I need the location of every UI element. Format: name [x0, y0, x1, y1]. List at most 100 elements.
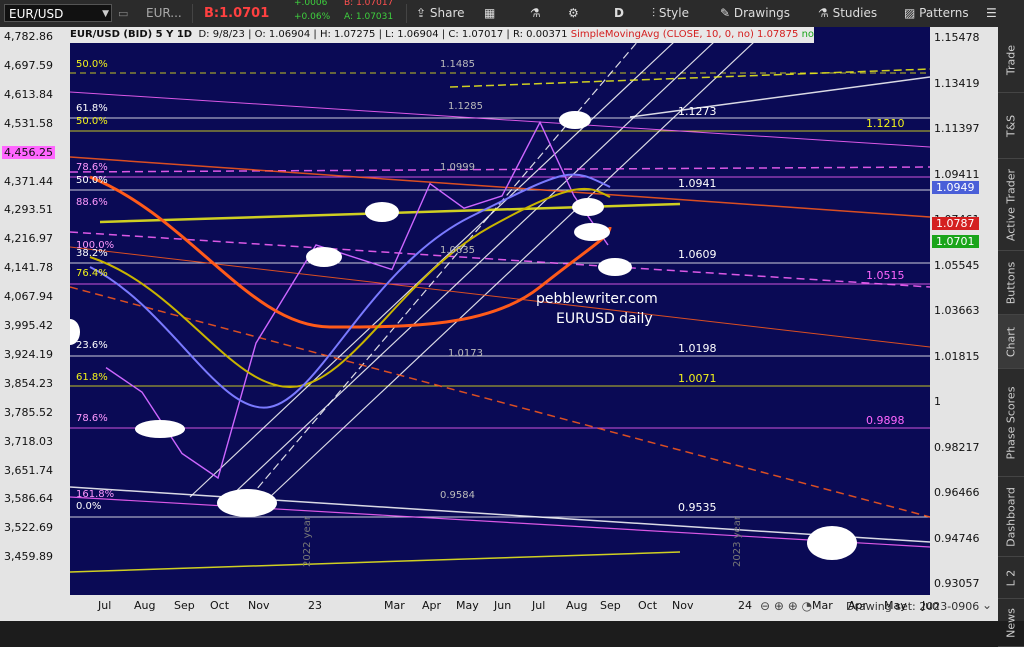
bid-ask-box: B: 1.07017 A: 1.07031 [344, 0, 394, 22]
time-axis-tick: Mar [812, 599, 833, 612]
right-axis-tick: 0.96466 [934, 486, 980, 499]
time-axis-tick: Oct [638, 599, 658, 612]
time-axis-tick: Apr [848, 599, 868, 612]
annotation-oval [598, 258, 632, 276]
fib-price-label: 1.0198 [678, 342, 717, 355]
left-axis-tick: 3,718.03 [4, 434, 53, 448]
gear-icon[interactable]: ⚙ [568, 0, 579, 27]
right-axis-tick: 1.03663 [934, 304, 980, 317]
left-axis-tick: 4,141.78 [4, 261, 53, 275]
right-axis-tick: 0.98217 [934, 440, 980, 454]
annotation-oval [807, 526, 857, 560]
time-axis-tick: Nov [248, 599, 270, 612]
left-axis-tick: 3,459.89 [4, 550, 53, 564]
side-tab-bar: Trade T&S Active Trader Buttons Chart Phase S… [998, 27, 1024, 647]
tab-symbol-2[interactable]: EUR... [146, 0, 182, 27]
annotation-oval [574, 223, 610, 241]
patterns-button[interactable]: ▨ Patterns [904, 0, 969, 27]
fib-mid-label: 0.9584 [440, 490, 475, 501]
year-mark: 2023 year [732, 515, 743, 567]
side-tab-dashboard[interactable]: Dashboard [998, 477, 1024, 557]
side-tab-l-2[interactable]: L 2 [998, 557, 1024, 599]
side-tab-news[interactable]: News [998, 599, 1024, 647]
price-marker: 1.0701 [932, 235, 979, 248]
time-axis: ⊖ ⊕ ⊕ ◔ Drawing set: 2023-0906 ⌄ Jul Aug S… [0, 595, 998, 621]
left-axis-tick: 4,216.97 [4, 232, 53, 246]
left-axis-tick: 4,371.44 [4, 174, 53, 188]
time-axis-tick: Aug [134, 599, 156, 612]
left-axis-tick: 4,613.84 [4, 87, 53, 101]
flask-icon[interactable]: ⚗ [530, 0, 541, 27]
trend-line [70, 91, 930, 148]
change-box: +.0006 +0.06% [294, 0, 331, 22]
left-axis-tick: 3,995.42 [4, 319, 53, 332]
time-axis-tick: May [456, 599, 479, 612]
price-marker: 1.0949 [932, 181, 979, 194]
side-tab-trade[interactable]: Trade [998, 27, 1024, 93]
left-axis-tick: 4,293.51 [4, 203, 53, 217]
drawings-button[interactable]: ✎ Drawings [720, 0, 790, 27]
studies-button[interactable]: ⚗ Studies [818, 0, 877, 27]
fib-price-label: 1.0515 [866, 269, 905, 282]
grid-icon[interactable]: ▦ [484, 0, 495, 27]
pattern-icon: ▨ [904, 6, 920, 20]
watermark-text: EURUSD daily [556, 311, 653, 327]
price-marker: 1.0787 [932, 217, 979, 230]
side-tab-t-s[interactable]: T&S [998, 93, 1024, 159]
right-axis-tick: 1.15478 [934, 31, 980, 44]
right-axis-tick: 0.93057 [934, 577, 980, 590]
left-axis-tick: 4,067.94 [4, 290, 53, 304]
top-toolbar: EUR/USD ▼ ▭ EUR... B:1.0701 +.0006 +0.06% … [0, 0, 1024, 28]
chevron-down-icon: ▼ [102, 9, 109, 19]
annotation-oval [217, 489, 277, 517]
left-price-axis: 4,782.86 4,697.59 4,613.84 4,531.58 4,456.25… [0, 27, 70, 595]
bid-price: B:1.0701 [204, 6, 270, 21]
fib-mid-label: 1.0173 [448, 348, 483, 359]
side-tab-buttons[interactable]: Buttons [998, 251, 1024, 315]
fib-mid-label: 1.1285 [448, 101, 483, 112]
fib-price-label: 1.0941 [678, 177, 717, 190]
time-axis-tick: Oct [210, 599, 230, 612]
time-axis-tick: Sep [600, 599, 621, 612]
style-button[interactable]: ⫶ Style [652, 0, 689, 27]
chart-header: EUR/USD (BID) 5 Y 1D D: 9/8/23 | O: 1.06… [70, 27, 815, 43]
chart-canvas[interactable]: 50.0% 61.8% 50.0% 78.6% 50.0% 88.6% 100.0% 38.2… [70, 27, 930, 595]
trend-line [269, 27, 771, 498]
right-axis-tick: 1 [934, 395, 941, 408]
time-axis-tick: Sep [174, 599, 195, 612]
chart-svg: 50.0%61.8%50.0%78.6%50.0%88.6%100.0%38.2… [70, 27, 930, 573]
trend-line [629, 76, 930, 118]
menu-icon[interactable]: ☰ [986, 0, 997, 27]
zoom-controls[interactable]: ⊖ ⊕ ⊕ ◔ [760, 599, 812, 613]
trend-line [70, 551, 681, 573]
side-tab-chart[interactable]: Chart [998, 315, 1024, 369]
chevron-down-icon[interactable]: ⌄ [982, 598, 992, 612]
symbol-selector[interactable]: EUR/USD ▼ [4, 4, 112, 22]
annotation-oval [572, 198, 604, 216]
trend-line [70, 486, 930, 543]
trend-line [70, 156, 930, 218]
link-icon[interactable]: ▭ [118, 0, 128, 27]
fib-percent-label: 38.2% [76, 248, 108, 259]
fib-percent-label: 23.6% [76, 340, 108, 351]
share-button[interactable]: ⇪ Share [416, 0, 465, 27]
time-axis-tick: 23 [308, 599, 322, 612]
trend-line [70, 496, 930, 548]
watermark-text: pebblewriter.com [536, 291, 658, 307]
trend-line [449, 68, 930, 88]
fib-mid-label: 1.1485 [440, 59, 475, 70]
period-button[interactable]: D [614, 0, 624, 27]
flask-icon: ⚗ [818, 6, 833, 20]
annotation-oval [135, 420, 185, 438]
time-axis-tick: May [884, 599, 907, 612]
annotation-oval [559, 111, 591, 129]
left-axis-tick: 3,785.52 [4, 405, 53, 419]
side-tab-active-trader[interactable]: Active Trader [998, 159, 1024, 251]
fib-percent-label: 0.0% [76, 501, 101, 512]
right-axis-tick: 1.13419 [934, 76, 980, 90]
right-axis-tick: 1.01815 [934, 349, 980, 363]
fib-percent-label: 50.0% [76, 116, 108, 127]
side-tab-phase-scores[interactable]: Phase Scores [998, 369, 1024, 477]
left-axis-tick: 4,782.86 [4, 30, 53, 43]
time-axis-tick: Jun [494, 599, 512, 612]
